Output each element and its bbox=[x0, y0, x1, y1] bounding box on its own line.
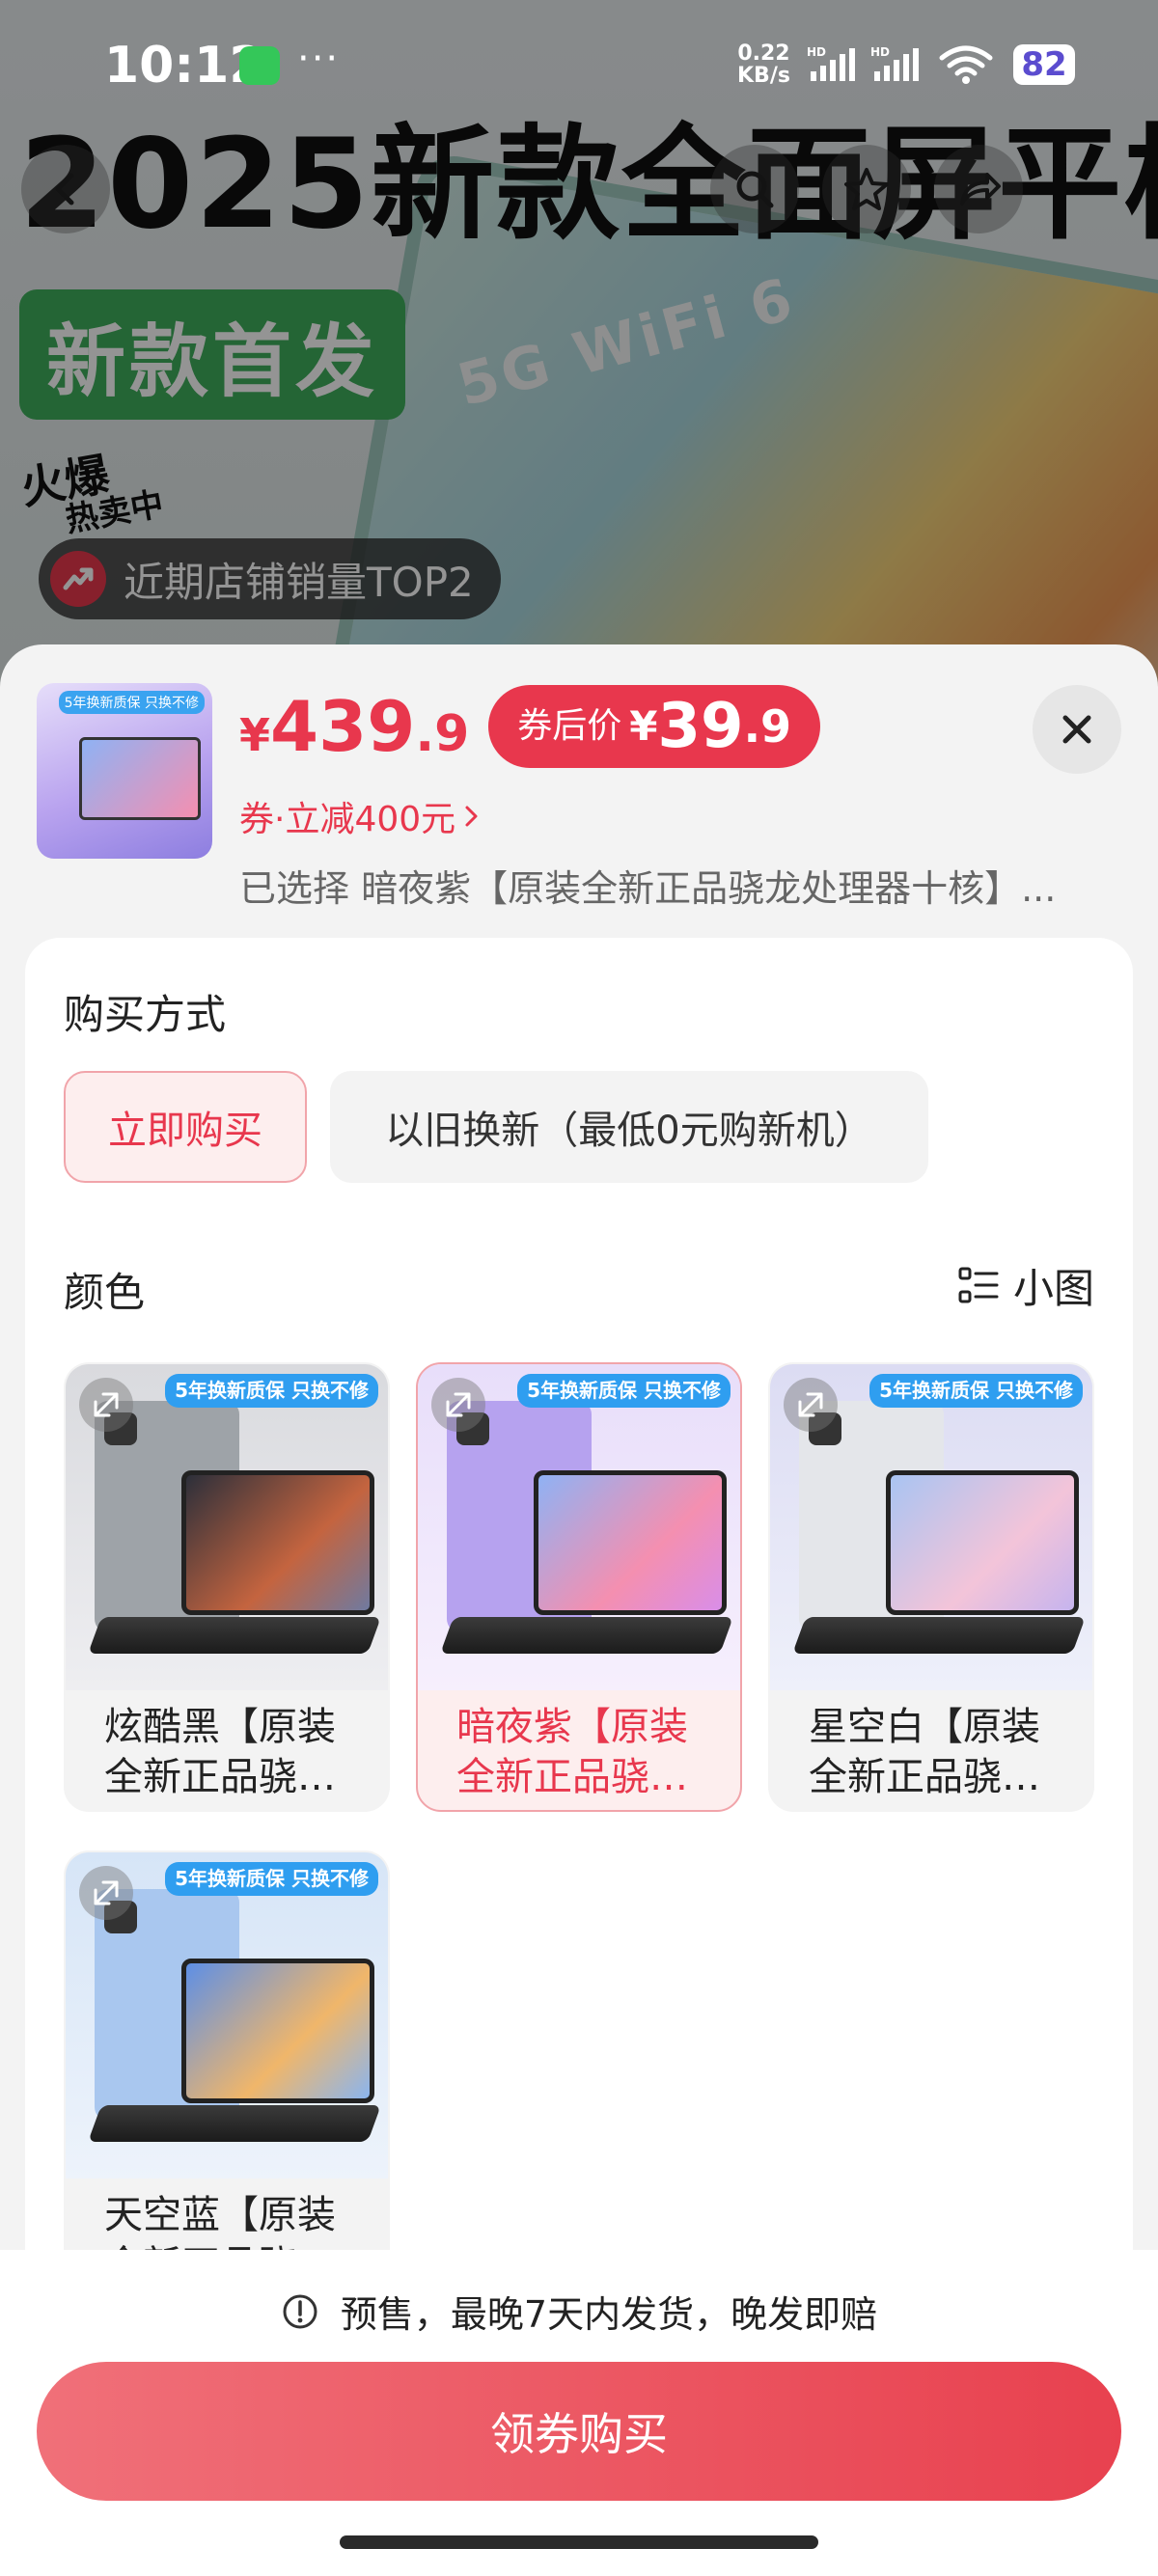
warranty-badge: 5年换新质保 只换不修 bbox=[165, 1862, 378, 1896]
original-price: ¥439.9 bbox=[239, 692, 469, 761]
color-option-image: 5年换新质保 只换不修 bbox=[770, 1364, 1092, 1690]
product-thumbnail[interactable]: 5年换新质保 只换不修 bbox=[37, 683, 212, 859]
home-indicator[interactable] bbox=[340, 2535, 818, 2549]
color-option-image: 5年换新质保 只换不修 bbox=[66, 1364, 388, 1690]
coupon-price-symbol: ¥ bbox=[629, 702, 658, 750]
color-option-black[interactable]: 5年换新质保 只换不修 炫酷黑【原装全新正品骁龙处理器十核】 bbox=[64, 1362, 390, 1812]
tablet-screen-image bbox=[534, 1470, 727, 1615]
warranty-badge: 5年换新质保 只换不修 bbox=[165, 1374, 378, 1408]
trade-in-option[interactable]: 以旧换新（最低0元购新机） bbox=[330, 1071, 928, 1183]
coupon-price-decimal: .9 bbox=[743, 700, 792, 753]
svg-text:HD: HD bbox=[870, 45, 890, 59]
color-option-name: 星空白【原装全新正品骁龙处理器十核】 bbox=[809, 1705, 1040, 1799]
warranty-badge: 5年换新质保 只换不修 bbox=[869, 1374, 1083, 1408]
claim-coupon-buy-button[interactable]: 领券购买 bbox=[37, 2362, 1121, 2501]
color-option-image: 5年换新质保 只换不修 bbox=[418, 1364, 740, 1690]
expand-icon[interactable] bbox=[784, 1378, 838, 1432]
network-speed: 0.22 KB/s bbox=[737, 42, 790, 87]
expand-icon[interactable] bbox=[79, 1866, 133, 1920]
thumbnail-screen bbox=[79, 737, 201, 820]
sheet-footer: 预售，最晚7天内发货，晚发即赔 领券购买 bbox=[0, 2250, 1158, 2576]
tablet-screen-image bbox=[181, 1470, 374, 1615]
network-speed-value: 0.22 bbox=[737, 41, 790, 66]
chevron-right-icon bbox=[465, 806, 478, 827]
coupon-price-badge: 券后价 ¥39.9 bbox=[488, 685, 821, 768]
close-icon bbox=[1062, 715, 1091, 744]
cellular-signal-icon: HD bbox=[807, 44, 859, 87]
presale-notice: 预售，最晚7天内发货，晚发即赔 bbox=[0, 2285, 1158, 2338]
coupon-discount-link[interactable]: 券·立减400元 bbox=[239, 791, 482, 841]
keyboard-image bbox=[88, 2105, 381, 2142]
price-decimal: .9 bbox=[415, 705, 470, 763]
selected-sku-text: 已选择 暗夜紫【原装全新正品骁龙处理器十核】... bbox=[239, 867, 1057, 910]
tablet-screen-image bbox=[181, 1959, 374, 2103]
color-option-name: 暗夜紫【原装全新正品骁龙处理器十核】 bbox=[456, 1705, 688, 1799]
status-bar: 10:12 ··· 0.22 KB/s HD HD 82 bbox=[0, 0, 1158, 116]
price-integer: 439 bbox=[270, 686, 416, 767]
keyboard-image bbox=[88, 1617, 381, 1654]
svg-text:HD: HD bbox=[807, 45, 826, 59]
close-button[interactable] bbox=[1033, 685, 1121, 774]
buy-now-option[interactable]: 立即购买 bbox=[64, 1071, 307, 1183]
coupon-price-integer: 39 bbox=[657, 691, 744, 762]
list-view-icon bbox=[958, 1267, 999, 1302]
expand-icon[interactable] bbox=[431, 1378, 485, 1432]
price-symbol: ¥ bbox=[239, 709, 271, 761]
options-card: 购买方式 立即购买 以旧换新（最低0元购新机） 颜色 小图 5年换新质保 只换不… bbox=[25, 938, 1133, 2385]
warranty-badge: 5年换新质保 只换不修 bbox=[517, 1374, 731, 1408]
more-notifications-icon: ··· bbox=[297, 37, 341, 81]
view-mode-toggle[interactable]: 小图 bbox=[957, 1256, 1094, 1315]
color-section-title: 颜色 bbox=[64, 1269, 146, 1316]
expand-icon[interactable] bbox=[79, 1378, 133, 1432]
purchase-method-title: 购买方式 bbox=[64, 991, 227, 1038]
keyboard-image bbox=[440, 1617, 733, 1654]
color-option-purple[interactable]: 5年换新质保 只换不修 暗夜紫【原装全新正品骁龙处理器十核】 bbox=[416, 1362, 742, 1812]
wifi-icon bbox=[938, 44, 994, 89]
coupon-discount-text: 券·立减400元 bbox=[239, 800, 456, 839]
cellular-signal-2-icon: HD bbox=[870, 44, 923, 87]
color-option-name: 炫酷黑【原装全新正品骁龙处理器十核】 bbox=[104, 1705, 336, 1799]
network-speed-unit: KB/s bbox=[737, 64, 790, 89]
price-row: ¥439.9 券后价 ¥39.9 bbox=[239, 685, 821, 768]
view-mode-label: 小图 bbox=[1012, 1265, 1094, 1312]
battery-indicator: 82 bbox=[1013, 44, 1075, 85]
sheet-header: 5年换新质保 只换不修 ¥439.9 券后价 ¥39.9 券·立减400元 已选择… bbox=[0, 644, 1158, 934]
keyboard-image bbox=[792, 1617, 1086, 1654]
color-option-image: 5年换新质保 只换不修 bbox=[66, 1852, 388, 2179]
color-option-white[interactable]: 5年换新质保 只换不修 星空白【原装全新正品骁龙处理器十核】 bbox=[768, 1362, 1094, 1812]
tablet-screen-image bbox=[886, 1470, 1079, 1615]
wechat-notification-icon bbox=[239, 46, 280, 85]
coupon-price-label: 券后价 bbox=[517, 706, 622, 746]
info-icon bbox=[283, 2294, 317, 2328]
thumbnail-warranty-tag: 5年换新质保 只换不修 bbox=[58, 691, 205, 714]
color-option-blue[interactable]: 5年换新质保 只换不修 天空蓝【原装全新正品骁龙处理器十核】 bbox=[64, 1850, 390, 2300]
presale-notice-text: 预售，最晚7天内发货，晚发即赔 bbox=[340, 2293, 878, 2336]
